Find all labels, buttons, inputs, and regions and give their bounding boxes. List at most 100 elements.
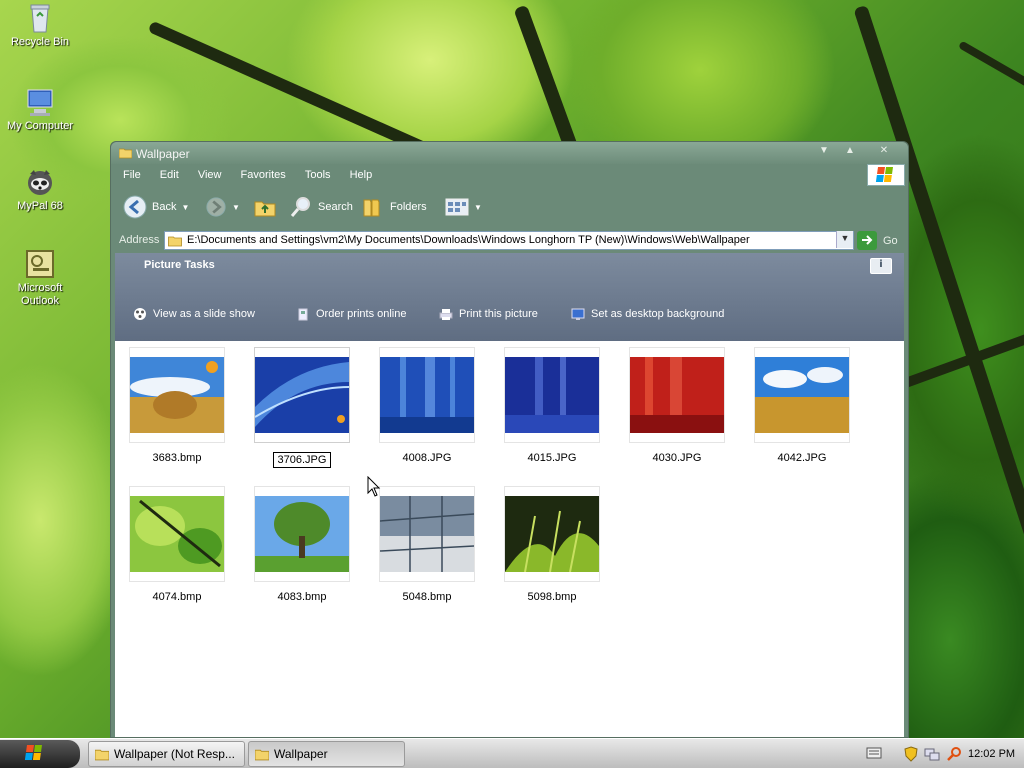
file-name: 3683.bmp	[152, 452, 202, 464]
address-label: Address	[119, 234, 160, 246]
file-thumbnail[interactable]: 4042.JPG	[754, 347, 850, 464]
window-title: Wallpaper	[136, 147, 190, 161]
search-icon	[290, 197, 310, 217]
file-name: 5048.bmp	[402, 591, 452, 603]
file-thumbnail[interactable]: 3683.bmp	[129, 347, 225, 464]
maximize-button[interactable]: ▲	[840, 144, 860, 158]
file-name: 4008.JPG	[402, 452, 452, 464]
file-thumbnail-selected[interactable]: 3706.JPG	[254, 347, 350, 468]
keyboard-icon[interactable]	[866, 746, 882, 763]
picture-tasks-pane: Picture Tasks i View as a slide show Ord…	[115, 253, 904, 341]
desktop-icon-label: MyPal 68	[17, 200, 63, 212]
clock[interactable]: 12:02 PM	[968, 748, 1015, 760]
menu-file[interactable]: File	[115, 166, 149, 181]
shield-icon[interactable]	[904, 745, 918, 762]
file-thumbnail[interactable]: 4015.JPG	[504, 347, 600, 464]
folders-button[interactable]: Folders	[361, 194, 427, 220]
chevron-down-icon[interactable]: ▼	[474, 203, 482, 212]
printer-icon	[439, 309, 453, 320]
menu-bar: File Edit View Favorites Tools Help	[115, 166, 904, 186]
thumbnail-image	[255, 496, 349, 572]
file-thumbnail[interactable]: 5048.bmp	[379, 486, 475, 603]
file-thumbnail[interactable]: 4083.bmp	[254, 486, 350, 603]
info-button[interactable]: i	[870, 258, 892, 274]
file-name: 5098.bmp	[527, 591, 577, 603]
desktop-icon-my-computer[interactable]: My Computer	[0, 86, 80, 133]
outlook-icon	[24, 248, 56, 280]
thumbnail-image	[255, 357, 349, 433]
views-grid-icon	[445, 198, 469, 216]
taskbar-task-label: Wallpaper	[274, 747, 328, 761]
chevron-down-icon[interactable]: ▼	[232, 203, 240, 212]
thumbnail-image	[380, 357, 474, 433]
desktop-icon-label: My Computer	[6, 120, 74, 132]
address-bar: Address E:\Documents and Settings\vm2\My…	[115, 230, 904, 252]
menu-edit[interactable]: Edit	[152, 166, 187, 181]
file-name: 4015.JPG	[527, 452, 577, 464]
folder-icon	[95, 749, 109, 761]
start-button[interactable]	[0, 740, 80, 768]
file-name: 4030.JPG	[652, 452, 702, 464]
go-label: Go	[883, 234, 898, 247]
task-label: Print this picture	[459, 308, 538, 320]
folders-icon	[363, 199, 380, 217]
file-thumbnail[interactable]: 4008.JPG	[379, 347, 475, 464]
back-label: Back	[152, 201, 177, 213]
thumbnail-image	[755, 357, 849, 433]
menu-help[interactable]: Help	[342, 166, 381, 181]
file-thumbnail[interactable]: 4030.JPG	[629, 347, 725, 464]
rename-input[interactable]: 3706.JPG	[272, 452, 332, 468]
up-folder-button[interactable]	[253, 194, 277, 220]
my-computer-icon	[24, 86, 56, 118]
order-prints-icon	[298, 308, 308, 321]
forward-button[interactable]: ▼	[205, 194, 240, 220]
menu-tools[interactable]: Tools	[297, 166, 339, 181]
folder-icon	[168, 236, 182, 247]
toolbar: Back ▼ ▼ Search Folders ▼	[115, 190, 904, 224]
desktop-icon-mypal[interactable]: MyPal 68	[0, 166, 80, 213]
menu-view[interactable]: View	[190, 166, 230, 181]
chevron-down-icon[interactable]: ▼	[181, 203, 189, 212]
minimize-button[interactable]: ▼	[814, 144, 834, 158]
back-button[interactable]: Back ▼	[123, 194, 189, 220]
address-dropdown-button[interactable]: ▼	[836, 231, 853, 248]
task-print-picture[interactable]: Print this picture	[439, 307, 538, 321]
views-button[interactable]: ▼	[445, 194, 482, 220]
search-button[interactable]: Search	[289, 194, 353, 220]
menu-favorites[interactable]: Favorites	[233, 166, 294, 181]
taskbar-task-active[interactable]: Wallpaper	[248, 741, 405, 767]
forward-arrow-icon	[206, 197, 226, 217]
title-bar[interactable]: Wallpaper ▼ ▲ ✕	[111, 142, 908, 164]
windows-logo-icon	[24, 745, 42, 760]
close-button[interactable]: ✕	[874, 144, 894, 158]
desktop-icon-recycle-bin[interactable]: Recycle Bin	[0, 2, 80, 49]
taskbar-task-label: Wallpaper (Not Resp...	[114, 747, 235, 761]
windows-logo-icon	[867, 164, 905, 186]
desktop-icon-outlook[interactable]: Microsoft Outlook	[0, 248, 80, 308]
task-view-slideshow[interactable]: View as a slide show	[133, 307, 255, 321]
file-name: 4042.JPG	[777, 452, 827, 464]
mypal-raccoon-icon	[24, 166, 56, 198]
task-set-desktop-background[interactable]: Set as desktop background	[571, 307, 724, 321]
desktop-icon-label: Microsoft Outlook	[17, 282, 63, 307]
network-icon[interactable]	[924, 746, 940, 762]
folders-label: Folders	[390, 201, 427, 213]
taskbar-task[interactable]: Wallpaper (Not Resp...	[88, 741, 245, 767]
thumbnail-image	[130, 357, 224, 433]
system-tray: 12:02 PM	[898, 739, 1024, 768]
explorer-window: Wallpaper ▼ ▲ ✕ File Edit View Favorites…	[110, 141, 909, 738]
taskbar: Wallpaper (Not Resp... Wallpaper 12:02 P…	[0, 738, 1024, 768]
thumbnail-image	[630, 357, 724, 433]
task-order-prints[interactable]: Order prints online	[296, 307, 407, 321]
thumbnail-image	[505, 357, 599, 433]
file-thumbnail[interactable]: 4074.bmp	[129, 486, 225, 603]
file-thumbnail[interactable]: 5098.bmp	[504, 486, 600, 603]
address-input[interactable]: E:\Documents and Settings\vm2\My Documen…	[164, 231, 854, 250]
wallpaper-branch	[958, 40, 1024, 88]
mouse-cursor-icon	[367, 476, 381, 497]
folder-icon	[119, 148, 132, 159]
file-name: 4083.bmp	[277, 591, 327, 603]
go-button[interactable]: Go	[857, 231, 898, 250]
search-icon[interactable]	[946, 746, 962, 762]
slideshow-icon	[134, 308, 146, 320]
